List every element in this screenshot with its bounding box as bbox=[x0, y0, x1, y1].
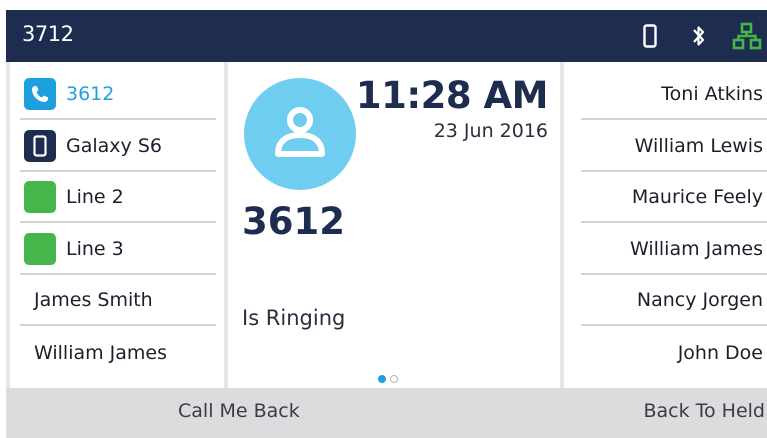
line-key-label: Line 2 bbox=[66, 186, 124, 208]
line-key-label: Line 3 bbox=[66, 238, 124, 260]
speed-dial-william-lewis[interactable]: William Lewis bbox=[581, 122, 767, 172]
speed-dial-label: William James bbox=[34, 342, 168, 364]
speed-dial-toni-atkins[interactable]: Toni Atkins bbox=[581, 70, 767, 120]
current-date: 23 Jun 2016 bbox=[433, 120, 548, 142]
line-key-3612[interactable]: 3612 bbox=[20, 70, 216, 120]
line-key-label: Galaxy S6 bbox=[66, 135, 162, 157]
line-key-galaxy-s6[interactable]: Galaxy S6 bbox=[20, 122, 216, 172]
line-key-label: 3612 bbox=[66, 83, 115, 105]
right-speed-dial-keys: Toni Atkins William Lewis Maurice Feely … bbox=[564, 62, 767, 388]
speed-dial-label: James Smith bbox=[34, 289, 153, 311]
bluetooth-icon bbox=[692, 24, 706, 52]
phone-handset-icon bbox=[24, 78, 56, 110]
mobile-phone-icon bbox=[643, 24, 657, 52]
speed-dial-label: William Lewis bbox=[634, 135, 763, 157]
status-bar: 3712 bbox=[6, 10, 767, 62]
speed-dial-william-james[interactable]: William James bbox=[20, 328, 216, 378]
call-info-panel: 11:28 AM 23 Jun 2016 3612 Is Ringing bbox=[228, 62, 560, 388]
softkey-bar: Call Me Back Back To Held bbox=[6, 388, 767, 438]
extension-number: 3712 bbox=[22, 22, 74, 46]
speed-dial-william-james[interactable]: William James bbox=[581, 225, 767, 275]
phone-screen: 3712 3612 Galaxy S6 Line 2 Line 3 James … bbox=[6, 0, 767, 438]
line-key-line-3[interactable]: Line 3 bbox=[20, 225, 216, 275]
speed-dial-label: William James bbox=[629, 238, 763, 260]
page-indicator bbox=[378, 375, 398, 383]
speed-dial-john-doe[interactable]: John Doe bbox=[581, 328, 767, 378]
line-status-icon bbox=[24, 233, 56, 265]
left-line-keys: 3612 Galaxy S6 Line 2 Line 3 James Smith… bbox=[10, 62, 224, 388]
contact-avatar-icon bbox=[244, 78, 356, 190]
caller-id: 3612 bbox=[242, 200, 345, 243]
call-status: Is Ringing bbox=[242, 306, 346, 330]
call-me-back-softkey[interactable]: Call Me Back bbox=[178, 400, 300, 422]
speed-dial-label: John Doe bbox=[677, 342, 763, 364]
page-dot-active bbox=[378, 375, 386, 383]
speed-dial-label: Toni Atkins bbox=[661, 83, 763, 105]
line-status-icon bbox=[24, 181, 56, 213]
line-key-line-2[interactable]: Line 2 bbox=[20, 173, 216, 223]
speed-dial-label: Maurice Feely bbox=[631, 186, 763, 208]
main-area: 3612 Galaxy S6 Line 2 Line 3 James Smith… bbox=[6, 62, 767, 388]
mobile-phone-icon bbox=[24, 130, 56, 162]
speed-dial-label: Nancy Jorgen bbox=[636, 289, 763, 311]
back-to-held-softkey[interactable]: Back To Held bbox=[643, 400, 765, 422]
speed-dial-james-smith[interactable]: James Smith bbox=[20, 276, 216, 326]
network-icon bbox=[732, 22, 762, 54]
speed-dial-maurice-feely[interactable]: Maurice Feely bbox=[581, 173, 767, 223]
speed-dial-nancy-jorgen[interactable]: Nancy Jorgen bbox=[581, 276, 767, 326]
current-time: 11:28 AM bbox=[355, 74, 549, 117]
page-dot-inactive bbox=[390, 375, 398, 383]
